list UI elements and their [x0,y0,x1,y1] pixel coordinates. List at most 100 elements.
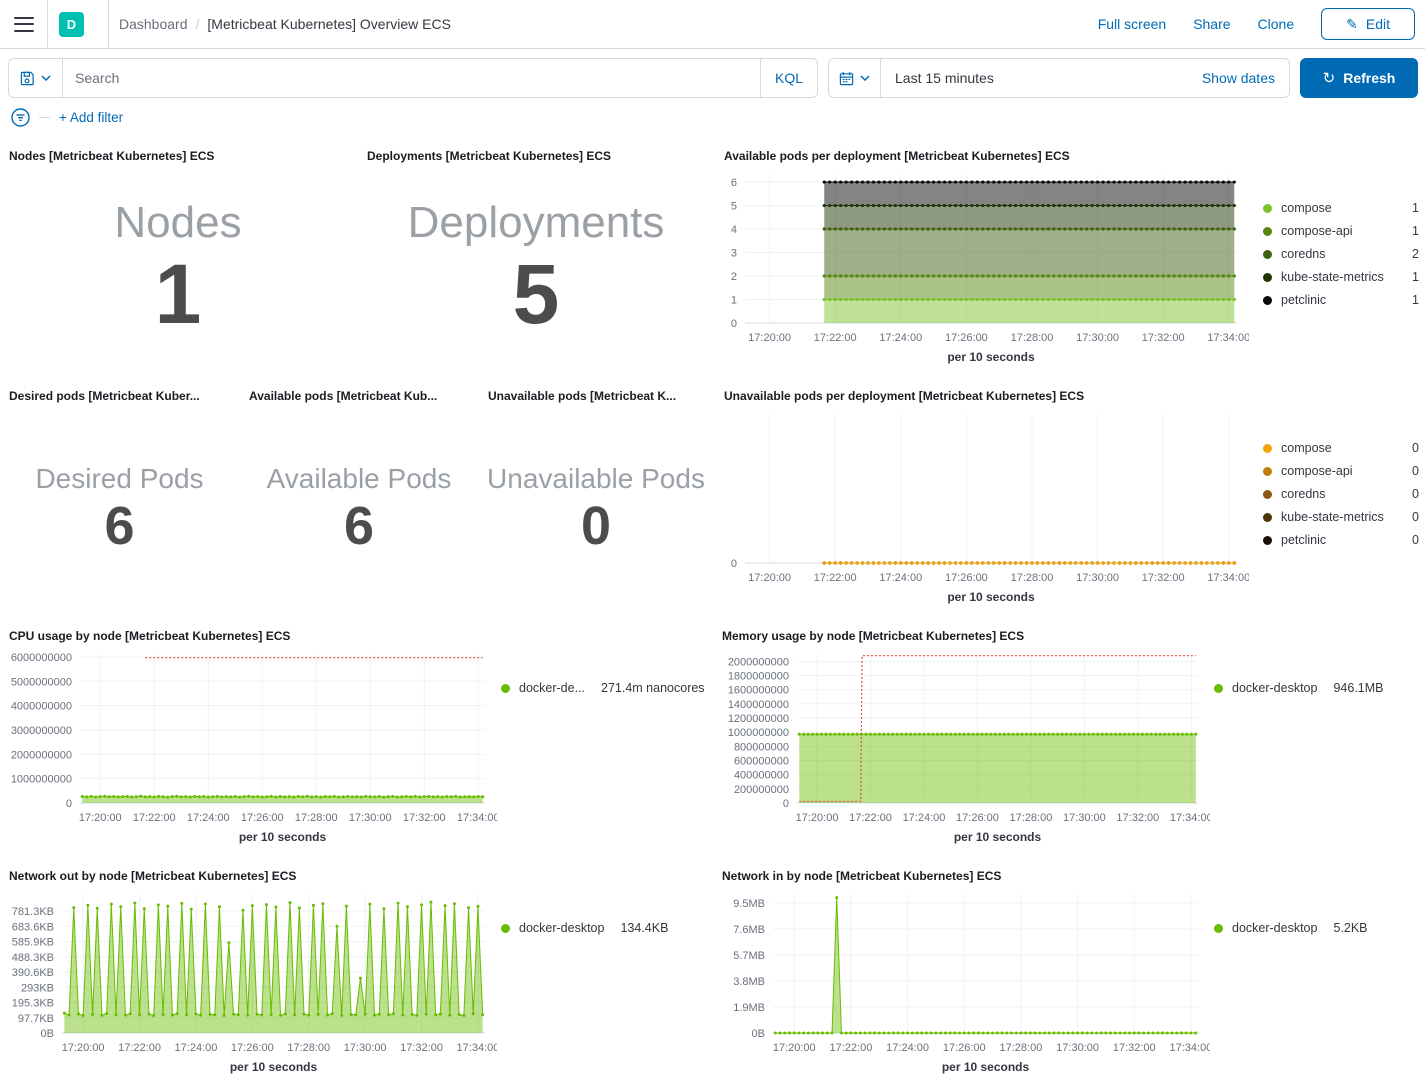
panel-title[interactable]: Deployments [Metricbeat Kubernetes] ECS [358,141,714,165]
breadcrumb-dashboard-link[interactable]: Dashboard [119,16,188,32]
svg-text:1200000000: 1200000000 [728,713,789,725]
svg-text:1800000000: 1800000000 [728,671,789,683]
panel-title[interactable]: Available pods [Metricbeat Kub... [240,381,478,405]
panel-title[interactable]: Network out by node [Metricbeat Kubernet… [0,861,712,885]
svg-text:4: 4 [731,224,737,236]
time-range-value[interactable]: Last 15 minutes [881,59,1202,97]
full-screen-button[interactable]: Full screen [1098,16,1166,32]
svg-text:585.9KB: 585.9KB [12,937,54,949]
svg-text:9.5MB: 9.5MB [733,898,765,910]
svg-text:17:26:00: 17:26:00 [943,1042,986,1054]
calendar-icon [839,71,854,86]
svg-text:0: 0 [783,798,789,810]
panel-title[interactable]: Unavailable pods per deployment [Metricb… [715,381,1425,405]
metric-label: Desired Pods [35,461,203,496]
svg-text:1: 1 [731,295,737,307]
legend-item-compose-api[interactable]: compose-api0 [1263,464,1419,478]
svg-text:17:22:00: 17:22:00 [849,812,892,824]
svg-text:0: 0 [731,558,737,570]
show-dates-button[interactable]: Show dates [1202,59,1289,97]
panel-memory-usage: Memory usage by node [Metricbeat Kuberne… [713,621,1425,857]
header-divider [108,0,109,48]
chart-legend: docker-desktop946.1MB [1210,645,1425,855]
search-input[interactable] [63,59,760,97]
svg-text:4000000000: 4000000000 [11,701,72,713]
panel-title[interactable]: Memory usage by node [Metricbeat Kuberne… [713,621,1425,645]
svg-text:293KB: 293KB [21,982,54,994]
unavailable-pods-per-deployment-chart: 17:20:0017:22:0017:24:0017:26:0017:28:00… [715,405,1249,615]
legend-item-compose[interactable]: compose0 [1263,441,1419,455]
legend-series-value: 1 [1412,201,1419,215]
svg-text:3.8MB: 3.8MB [733,976,765,988]
svg-text:17:34:00: 17:34:00 [1170,1042,1210,1054]
panel-title[interactable]: Network in by node [Metricbeat Kubernete… [713,861,1425,885]
svg-text:17:30:00: 17:30:00 [344,1042,387,1054]
hamburger-menu-icon[interactable] [14,17,34,32]
legend-item-docker-desktop[interactable]: docker-desktop5.2KB [1214,921,1425,935]
legend-color-dot [1214,684,1223,693]
legend-color-dot [1263,227,1272,236]
svg-text:17:30:00: 17:30:00 [1056,1042,1099,1054]
legend-item-petclinic[interactable]: petclinic0 [1263,533,1419,547]
clone-button[interactable]: Clone [1258,16,1295,32]
legend-color-dot [1263,204,1272,213]
legend-item-petclinic[interactable]: petclinic1 [1263,293,1419,307]
legend-item-kube-state-metrics[interactable]: kube-state-metrics0 [1263,510,1419,524]
svg-text:400000000: 400000000 [734,770,789,782]
metric-body: Deployments 5 [358,165,714,373]
legend-item-docker-desktop[interactable]: docker-desktop946.1MB [1214,681,1425,695]
panel-title[interactable]: Nodes [Metricbeat Kubernetes] ECS [0,141,356,165]
svg-text:781.3KB: 781.3KB [12,906,54,918]
svg-text:7.6MB: 7.6MB [733,924,765,936]
legend-color-dot [1263,467,1272,476]
panel-title[interactable]: Unavailable pods [Metricbeat K... [479,381,713,405]
svg-text:5.7MB: 5.7MB [733,950,765,962]
dashboard-app-logo[interactable]: D [59,12,84,37]
legend-series-name: compose [1281,201,1404,215]
svg-text:per 10 seconds: per 10 seconds [942,1060,1030,1074]
legend-series-value: 0 [1412,510,1419,524]
chart-legend: docker-desktop134.4KB [497,885,712,1085]
legend-series-name: petclinic [1281,293,1404,307]
legend-item-kube-state-metrics[interactable]: kube-state-metrics1 [1263,270,1419,284]
svg-text:683.6KB: 683.6KB [12,921,54,933]
svg-text:17:34:00: 17:34:00 [457,1042,497,1054]
panel-desired-pods: Desired pods [Metricbeat Kuber... Desire… [0,381,239,617]
filter-menu-icon[interactable] [11,108,30,127]
metric-body: Desired Pods 6 [0,405,239,613]
edit-button[interactable]: ✎ Edit [1321,8,1415,40]
saved-queries-menu-button[interactable] [9,59,63,97]
query-bar: KQL Last 15 minutes Show dates ↻ Refresh [0,49,1425,106]
svg-text:17:30:00: 17:30:00 [349,812,392,824]
panel-unavailable-pods-per-deployment: Unavailable pods per deployment [Metricb… [715,381,1425,617]
legend-item-coredns[interactable]: coredns2 [1263,247,1419,261]
add-filter-button[interactable]: + Add filter [59,110,123,125]
available-pods-per-deployment-chart: 17:20:0017:22:0017:24:0017:26:0017:28:00… [715,165,1249,375]
svg-text:17:32:00: 17:32:00 [403,812,446,824]
legend-series-value: 0 [1412,464,1419,478]
legend-series-name: docker-de... [519,681,585,695]
svg-text:17:30:00: 17:30:00 [1076,572,1119,584]
chart-legend: compose 1 compose-api1 coredns2 kube-state-m… [1249,165,1425,375]
panel-title[interactable]: CPU usage by node [Metricbeat Kubernetes… [0,621,712,645]
panel-title[interactable]: Desired pods [Metricbeat Kuber... [0,381,239,405]
query-language-kql-button[interactable]: KQL [760,59,817,97]
svg-text:per 10 seconds: per 10 seconds [954,830,1042,844]
svg-text:per 10 seconds: per 10 seconds [239,830,327,844]
legend-item-compose[interactable]: compose 1 [1263,201,1419,215]
metric-label: Deployments [408,198,665,249]
refresh-icon: ↻ [1323,69,1336,87]
svg-text:17:32:00: 17:32:00 [1113,1042,1156,1054]
legend-item-coredns[interactable]: coredns0 [1263,487,1419,501]
legend-item-compose-api[interactable]: compose-api1 [1263,224,1419,238]
metric-body: Unavailable Pods 0 [479,405,713,613]
legend-series-name: coredns [1281,247,1404,261]
legend-item-docker-de...[interactable]: docker-de...271.4m nanocores [501,681,712,695]
svg-text:17:22:00: 17:22:00 [830,1042,873,1054]
svg-text:17:20:00: 17:20:00 [796,812,839,824]
date-quick-select-button[interactable] [829,59,881,97]
legend-item-docker-desktop[interactable]: docker-desktop134.4KB [501,921,712,935]
refresh-button[interactable]: ↻ Refresh [1300,58,1418,98]
panel-title[interactable]: Available pods per deployment [Metricbea… [715,141,1425,165]
share-button[interactable]: Share [1193,16,1230,32]
